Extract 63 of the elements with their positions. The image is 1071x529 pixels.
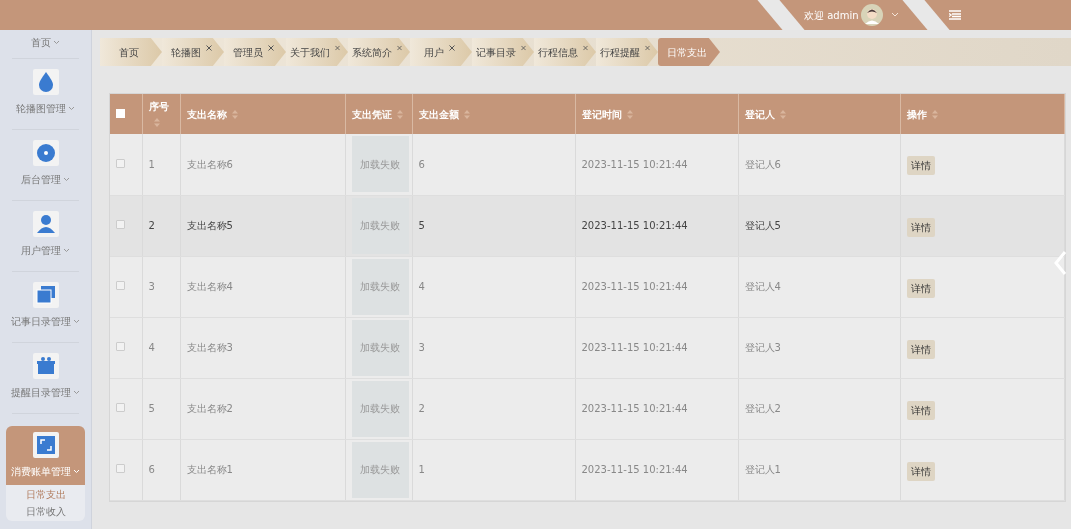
table-cell: 登记人4 — [744, 281, 781, 292]
table-cell: 支出名称4 — [186, 281, 233, 292]
details-button[interactable]: 详情 — [906, 278, 935, 298]
table-cell: 2 — [418, 403, 425, 414]
table-cell: 3 — [148, 281, 155, 292]
table-cell: 支出名称6 — [186, 158, 233, 170]
error-text: 加载失败 — [360, 463, 400, 477]
menu-item[interactable]: 后台管理 — [20, 172, 61, 187]
tab[interactable]: 行程提醒 — [596, 38, 658, 66]
column-header: 序号 — [148, 101, 169, 112]
tab[interactable]: 行程信息 — [534, 38, 596, 66]
table-cell: 2 — [148, 220, 155, 231]
table-cell: 2023-11-15 10:21:44 — [581, 220, 688, 231]
welcome-text: 欢迎 admin — [804, 8, 859, 23]
table-cell: 2023-11-15 10:21:44 — [581, 281, 688, 292]
table-cell: 登记人2 — [744, 403, 781, 414]
tab[interactable]: 关于我们 — [286, 38, 348, 66]
menu-item[interactable]: 用户管理 — [20, 243, 61, 258]
error-text: 加载失败 — [360, 219, 400, 233]
table-cell: 登记人5 — [744, 220, 781, 231]
table-cell: 2023-11-15 10:21:44 — [581, 464, 688, 475]
table-cell: 登记人3 — [744, 342, 781, 353]
column-header: 登记时间 — [581, 108, 622, 120]
error-text: 加载失败 — [360, 341, 400, 355]
menu-item[interactable]: 提醒目录管理 — [10, 385, 71, 400]
tab[interactable]: 系统简介 — [348, 38, 410, 66]
table-cell: 2023-11-15 10:21:44 — [581, 403, 688, 414]
column-header: 支出凭证 — [351, 108, 392, 120]
table-cell: 5 — [148, 403, 155, 414]
table-cell: 4 — [148, 342, 155, 353]
column-header: 支出名称 — [186, 108, 227, 120]
table-cell: 支出名称5 — [186, 220, 233, 231]
details-button[interactable]: 详情 — [906, 339, 935, 359]
table-cell: 登记人6 — [744, 158, 781, 170]
table-cell: 5 — [418, 220, 425, 231]
error-text: 加载失败 — [360, 402, 400, 416]
tab[interactable]: 记事目录 — [472, 38, 534, 66]
column-header: 登记人 — [744, 108, 775, 120]
menu-item[interactable]: 首页 — [30, 35, 51, 50]
column-header: 操作 — [906, 108, 927, 120]
error-text: 加载失败 — [360, 157, 400, 172]
table-cell: 1 — [418, 464, 425, 475]
details-button[interactable]: 详情 — [906, 156, 935, 175]
table-cell: 2023-11-15 10:21:44 — [581, 342, 688, 353]
details-button[interactable]: 详情 — [906, 400, 935, 420]
submenu-item[interactable]: 日常收入 — [25, 503, 66, 520]
table-cell: 4 — [418, 281, 425, 292]
table-cell: 登记人1 — [744, 464, 781, 475]
table-cell: 3 — [418, 342, 425, 353]
table-cell: 1 — [148, 158, 155, 170]
details-button[interactable]: 详情 — [906, 461, 935, 481]
table-cell: 支出名称2 — [186, 403, 233, 414]
table-cell: 6 — [418, 158, 425, 170]
menu-item[interactable]: 记事日录管理 — [10, 314, 71, 329]
column-header: 支出金额 — [418, 108, 459, 120]
table-cell: 6 — [148, 464, 155, 475]
details-button[interactable]: 详情 — [906, 217, 935, 237]
table-cell: 支出名称1 — [186, 464, 233, 475]
table-cell: 2023-11-15 10:21:44 — [581, 158, 688, 170]
error-text: 加载失败 — [360, 280, 400, 294]
menu-item[interactable]: 轮播图管理 — [15, 101, 66, 116]
tab[interactable]: 用户 — [410, 38, 472, 66]
table-cell: 支出名称3 — [186, 342, 233, 353]
